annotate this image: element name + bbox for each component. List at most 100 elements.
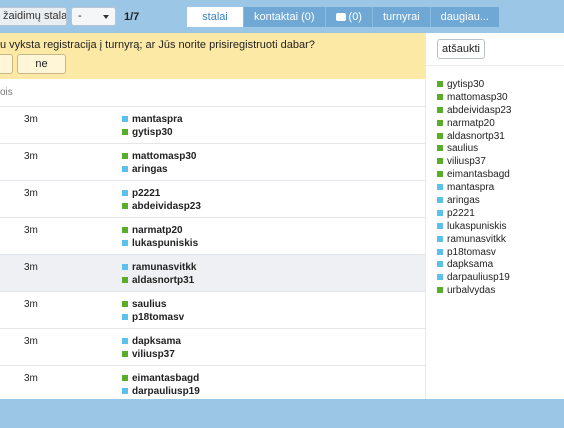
table-row[interactable]: 3m eimantasbagd darpauliusp19	[0, 365, 425, 402]
player-one[interactable]: eimantasbagd	[122, 373, 199, 384]
user-name: p18tomasv	[447, 246, 496, 258]
chevron-down-icon	[103, 15, 109, 19]
table-row[interactable]: 3m mattomasp30 aringas	[0, 143, 425, 180]
tab-more[interactable]: daugiau...	[429, 7, 499, 27]
player-one[interactable]: narmatp20	[122, 225, 183, 236]
player-name: p2221	[132, 188, 161, 199]
status-square-icon	[437, 274, 443, 281]
tab-tournaments[interactable]: turnyrai	[371, 7, 430, 27]
player-one[interactable]: mantaspra	[122, 114, 183, 125]
player-one[interactable]: saulius	[122, 299, 166, 310]
user-list-item[interactable]: mantaspra	[437, 182, 512, 195]
user-name: viliusp37	[447, 156, 486, 168]
time-control: 3m	[24, 225, 38, 236]
player-two[interactable]: darpauliusp19	[122, 386, 200, 397]
user-name: lukaspuniskis	[447, 220, 507, 232]
tab-messages[interactable]: (0)	[324, 7, 372, 27]
table-row[interactable]: 3m saulius p18tomasv	[0, 291, 425, 328]
no-button[interactable]: ne	[17, 54, 66, 74]
player-two[interactable]: p18tomasv	[122, 312, 184, 323]
tab-messages-label: (0)	[348, 11, 362, 23]
user-list-item[interactable]: dapksama	[437, 259, 512, 272]
player-name: p18tomasv	[132, 312, 185, 323]
table-row[interactable]: 3m narmatp20 lukaspuniskis	[0, 217, 425, 254]
game-tables-button[interactable]: žaidimų stalas	[0, 7, 67, 26]
status-square-icon	[122, 314, 128, 320]
status-square-icon	[122, 264, 128, 270]
status-square-icon	[122, 166, 128, 172]
tournament-registration-banner: u vyksta registracija į turnyrą; ar Jūs …	[0, 33, 425, 79]
status-square-icon	[122, 388, 128, 394]
user-list-item[interactable]: saulius	[437, 143, 512, 156]
status-square-icon	[437, 197, 443, 204]
table-row[interactable]: 3m mantaspra gytisp30	[0, 106, 425, 143]
table-select[interactable]: -	[71, 7, 116, 26]
player-name: darpauliusp19	[132, 386, 200, 397]
player-two[interactable]: gytisp30	[122, 127, 173, 138]
table-row[interactable]: 3m dapksama viliusp37	[0, 328, 425, 365]
user-list-item[interactable]: viliusp37	[437, 156, 512, 169]
user-name: gytisp30	[447, 79, 485, 90]
user-list-item[interactable]: mattomasp30	[437, 92, 512, 105]
player-one[interactable]: ramunasvitkk	[122, 262, 196, 273]
user-list-item[interactable]: abdeividasp23	[437, 105, 512, 118]
status-square-icon	[122, 116, 128, 122]
main-tabs: stalai kontaktai (0) (0) turnyrai daugia…	[187, 7, 499, 27]
status-square-icon	[437, 119, 443, 126]
player-one[interactable]: p2221	[122, 188, 160, 199]
player-name: mantaspra	[132, 114, 183, 125]
user-list-item[interactable]: eimantasbagd	[437, 169, 512, 182]
user-list-item[interactable]: lukaspuniskis	[437, 221, 512, 234]
status-square-icon	[437, 222, 443, 229]
player-two[interactable]: lukaspuniskis	[122, 238, 198, 249]
user-list-item[interactable]: narmatp20	[437, 118, 512, 131]
player-two[interactable]: aldasnortp31	[122, 275, 194, 286]
status-square-icon	[122, 240, 128, 246]
tab-contacts[interactable]: kontaktai (0)	[243, 7, 325, 27]
user-name: mantaspra	[447, 182, 495, 194]
player-name: ramunasvitkk	[132, 262, 197, 273]
page-indicator: 1/7	[124, 11, 140, 23]
player-one[interactable]: mattomasp30	[122, 151, 196, 162]
user-name: narmatp20	[447, 117, 495, 129]
tab-tables[interactable]: stalai	[187, 7, 243, 27]
status-square-icon	[122, 301, 128, 307]
cancel-button[interactable]: atšaukti	[437, 39, 485, 59]
player-name: gytisp30	[132, 127, 173, 138]
user-name: abdeividasp23	[447, 104, 512, 116]
status-square-icon	[122, 227, 128, 233]
time-control: 3m	[24, 262, 38, 273]
player-two[interactable]: abdeividasp23	[122, 201, 201, 212]
status-square-icon	[437, 81, 443, 87]
user-list-item[interactable]: ramunasvitkk	[437, 234, 512, 247]
player-name: aringas	[132, 164, 168, 175]
user-list-item[interactable]: darpauliusp19	[437, 272, 512, 285]
banner-message: u vyksta registracija į turnyrą; ar Jūs …	[0, 39, 315, 51]
status-square-icon	[437, 287, 443, 294]
player-two[interactable]: viliusp37	[122, 349, 175, 360]
table-row[interactable]: 3m ramunasvitkk aldasnortp31	[0, 254, 425, 291]
user-list-item[interactable]: p2221	[437, 208, 512, 221]
status-square-icon	[122, 277, 128, 283]
table-row[interactable]: 3m p2221 abdeividasp23	[0, 180, 425, 217]
user-list-item[interactable]: gytisp30	[437, 79, 512, 92]
user-list-item[interactable]: p18tomasv	[437, 247, 512, 260]
user-name: aldasnortp31	[447, 130, 505, 142]
user-list-item[interactable]: urbalvydas	[437, 285, 512, 298]
user-name: mattomasp30	[447, 91, 508, 103]
player-name: saulius	[132, 299, 167, 310]
user-name: p2221	[447, 207, 475, 219]
status-square-icon	[437, 171, 443, 178]
status-square-icon	[437, 261, 443, 268]
user-name: urbalvydas	[447, 285, 496, 297]
table-header: ois	[0, 87, 13, 98]
yes-button[interactable]	[0, 54, 13, 74]
player-two[interactable]: aringas	[122, 164, 168, 175]
time-control: 3m	[24, 188, 38, 199]
user-list-item[interactable]: aringas	[437, 195, 512, 208]
player-one[interactable]: dapksama	[122, 336, 181, 347]
bottom-bar	[0, 399, 564, 428]
user-list-item[interactable]: aldasnortp31	[437, 131, 512, 144]
top-bar: žaidimų stalas - 1/7 stalai kontaktai (0…	[0, 0, 564, 33]
status-square-icon	[122, 129, 128, 135]
